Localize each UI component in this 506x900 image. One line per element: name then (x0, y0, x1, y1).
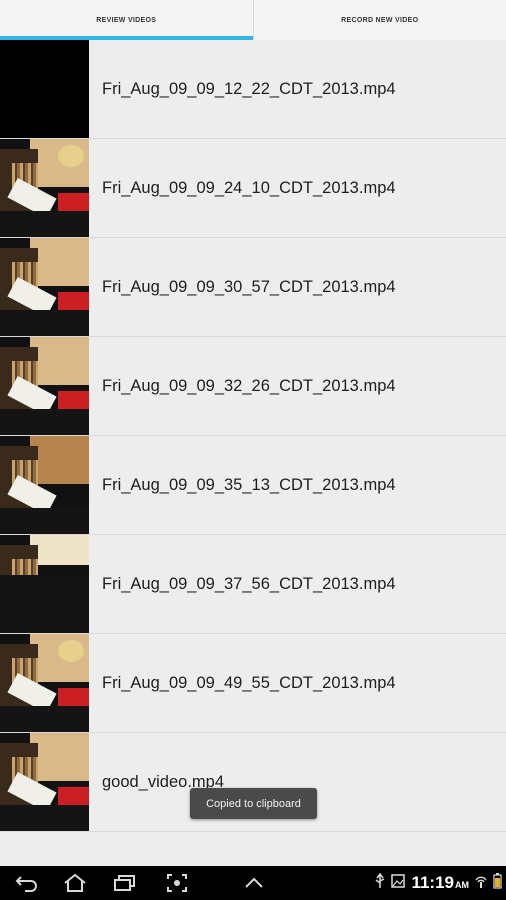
video-thumbnail (0, 238, 89, 336)
status-area: 11:19AM (375, 866, 502, 900)
video-list-item[interactable]: Fri_Aug_09_09_35_13_CDT_2013.mp4 (0, 436, 506, 535)
video-filename: Fri_Aug_09_09_37_56_CDT_2013.mp4 (102, 574, 396, 593)
video-filename: Fri_Aug_09_09_12_22_CDT_2013.mp4 (102, 79, 396, 98)
video-list-item[interactable]: Fri_Aug_09_09_32_26_CDT_2013.mp4 (0, 337, 506, 436)
signal-icon (475, 874, 487, 893)
video-filename: Fri_Aug_09_09_30_57_CDT_2013.mp4 (102, 277, 396, 296)
video-filename: Fri_Aug_09_09_24_10_CDT_2013.mp4 (102, 178, 396, 197)
video-list-item[interactable]: Fri_Aug_09_09_37_56_CDT_2013.mp4 (0, 535, 506, 634)
video-thumbnail (0, 337, 89, 435)
usb-icon (375, 872, 385, 894)
toast-message: Copied to clipboard (190, 788, 317, 819)
video-filename: Fri_Aug_09_09_35_13_CDT_2013.mp4 (102, 475, 396, 494)
video-thumbnail (0, 634, 89, 732)
tab-review-videos[interactable]: REVIEW VIDEOS (0, 0, 253, 40)
video-thumbnail (0, 535, 89, 633)
video-filename: Fri_Aug_09_09_49_55_CDT_2013.mp4 (102, 673, 396, 692)
video-list-item[interactable]: Fri_Aug_09_09_24_10_CDT_2013.mp4 (0, 139, 506, 238)
status-ampm: AM (455, 880, 469, 890)
system-navigation-bar: 11:19AM (0, 866, 506, 900)
video-filename: Fri_Aug_09_09_32_26_CDT_2013.mp4 (102, 376, 396, 395)
video-thumbnail (0, 40, 89, 138)
clock: 11:19AM (411, 873, 469, 893)
status-time: 11:19 (411, 873, 454, 892)
tab-record-new-video[interactable]: RECORD NEW VIDEO (252, 0, 506, 40)
video-thumbnail (0, 436, 89, 534)
tab-bar: REVIEW VIDEOS RECORD NEW VIDEO (0, 0, 506, 41)
video-list-item[interactable]: Fri_Aug_09_09_12_22_CDT_2013.mp4 (0, 40, 506, 139)
battery-icon (493, 872, 502, 894)
video-list-item[interactable]: Fri_Aug_09_09_30_57_CDT_2013.mp4 (0, 238, 506, 337)
video-list-item[interactable]: Fri_Aug_09_09_49_55_CDT_2013.mp4 (0, 634, 506, 733)
up-chevron-icon[interactable] (237, 866, 271, 900)
home-icon[interactable] (58, 866, 92, 900)
back-icon[interactable] (10, 866, 44, 900)
video-thumbnail (0, 139, 89, 237)
recent-apps-icon[interactable] (108, 866, 142, 900)
screenshot-icon[interactable] (160, 866, 194, 900)
video-list: Fri_Aug_09_09_12_22_CDT_2013.mp4 Fri_Aug… (0, 40, 506, 832)
image-icon (391, 873, 406, 893)
video-thumbnail (0, 733, 89, 831)
